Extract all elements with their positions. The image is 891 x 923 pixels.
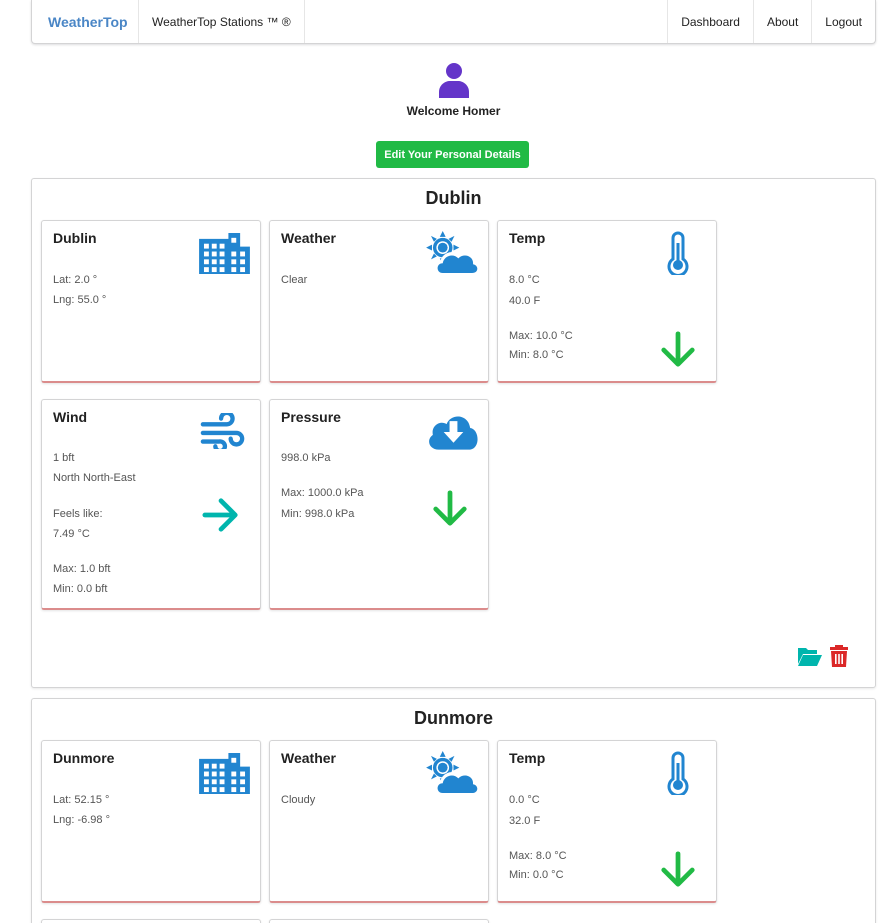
card-title: Dunmore (53, 750, 115, 766)
weather-condition-text: Cloudy (281, 794, 316, 806)
feels-like-value: 7.49 °C (53, 528, 90, 540)
latitude-text: Lat: 52.15 ° (53, 794, 110, 806)
pressure-min-text: Min: 998.0 kPa (281, 508, 355, 520)
weather-card: Weather Cloudy (269, 740, 489, 903)
trend-down-arrow-icon (431, 490, 469, 528)
thermometer-icon (666, 231, 690, 275)
temperature-card: Temp 8.0 °C 40.0 F Max: 10.0 °C Min: 8.0… (497, 220, 717, 383)
weather-card: Weather Clear (269, 220, 489, 383)
wind-max-text: Max: 1.0 bft (53, 563, 111, 575)
location-card: Dunmore Lat: 52.15 ° Lng: -6.98 ° (41, 740, 261, 903)
station-segment-dunmore: Dunmore Dunmore Lat: 52.15 ° Lng: -6.98 … (31, 698, 876, 923)
wind-speed-text: 1 bft (53, 452, 75, 464)
station-title: Dunmore (413, 708, 493, 728)
temp-min-text: Min: 8.0 °C (509, 349, 564, 361)
latitude-text: Lat: 2.0 ° (53, 274, 98, 286)
trash-icon[interactable] (829, 644, 849, 667)
brand-link[interactable]: WeatherTop (32, 0, 139, 43)
temperature-card: Temp 0.0 °C 32.0 F Max: 8.0 °C Min: 0.0 … (497, 740, 717, 903)
card-title: Dublin (53, 230, 97, 246)
open-folder-icon[interactable] (797, 645, 823, 667)
temp-fahrenheit-text: 40.0 F (509, 295, 541, 307)
wind-icon (200, 413, 246, 449)
pressure-max-text: Max: 1000.0 kPa (281, 487, 364, 499)
thermometer-icon (666, 751, 690, 795)
edit-personal-details-button[interactable]: Edit Your Personal Details (376, 141, 529, 168)
feels-like-label: Feels like: (53, 508, 103, 520)
pressure-card: Pressure 998.0 kPa Max: 1000.0 kPa Min: … (269, 399, 489, 610)
card-title: Pressure (281, 409, 341, 425)
location-card: Dublin Lat: 2.0 ° Lng: 55.0 ° (41, 220, 261, 383)
longitude-text: Lng: 55.0 ° (53, 294, 107, 306)
sun-cloud-icon (425, 231, 480, 274)
sun-cloud-icon (425, 751, 480, 794)
temp-fahrenheit-text: 32.0 F (509, 815, 541, 827)
card-title: Weather (281, 750, 336, 766)
trend-down-arrow-icon (659, 851, 697, 889)
nav-stations-link[interactable]: WeatherTop Stations ™ ® (139, 0, 305, 43)
cloud-download-icon (425, 410, 480, 450)
nav-spacer (305, 0, 669, 43)
temp-min-text: Min: 0.0 °C (509, 869, 564, 881)
wind-direction-arrow-icon (202, 496, 240, 534)
temp-max-text: Max: 8.0 °C (509, 850, 567, 862)
trend-down-arrow-icon (659, 331, 697, 369)
card-title: Weather (281, 230, 336, 246)
wind-card: Wind 1 bft North North-East Feels like: … (41, 399, 261, 610)
card-title: Temp (509, 230, 546, 246)
station-title: Dublin (425, 188, 482, 208)
building-icon (197, 231, 252, 274)
temp-celsius-text: 0.0 °C (509, 794, 540, 806)
pressure-value-text: 998.0 kPa (281, 452, 331, 464)
card-title: Wind (53, 409, 88, 425)
nav-dashboard-link[interactable]: Dashboard (668, 0, 753, 43)
card-title: Temp (509, 750, 546, 766)
wind-direction-text: North North-East (53, 472, 136, 484)
nav-about-link[interactable]: About (752, 0, 811, 43)
longitude-text: Lng: -6.98 ° (53, 814, 110, 826)
welcome-text: Welcome Homer (406, 104, 501, 118)
weather-condition-text: Clear (281, 274, 308, 286)
temp-celsius-text: 8.0 °C (509, 274, 540, 286)
temp-max-text: Max: 10.0 °C (509, 330, 573, 342)
building-icon (197, 751, 252, 794)
pressure-card (269, 919, 489, 923)
nav-logout-link[interactable]: Logout (811, 0, 875, 43)
station-segment-dublin: Dublin Dublin Lat: 2.0 ° Lng: 55.0 ° Wea… (31, 178, 876, 688)
wind-min-text: Min: 0.0 bft (53, 583, 108, 595)
top-navbar: WeatherTop WeatherTop Stations ™ ® Dashb… (31, 0, 876, 44)
wind-card (41, 919, 261, 923)
user-icon (439, 63, 469, 98)
